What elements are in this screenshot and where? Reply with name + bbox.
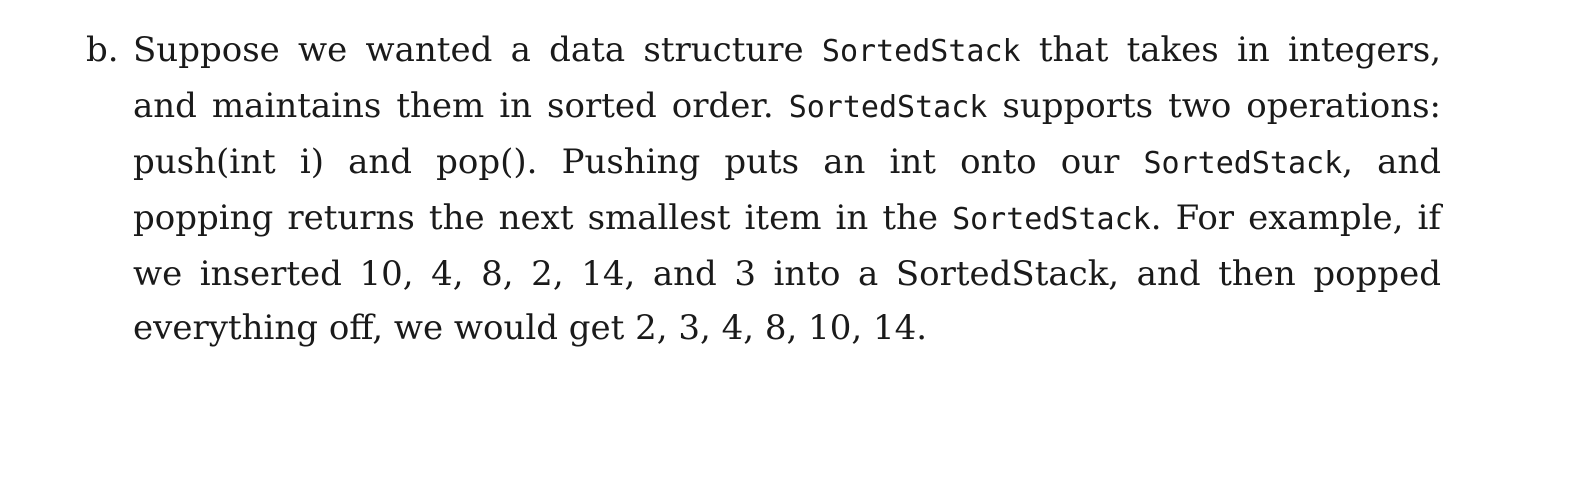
code-sortedstack: SortedStack [952,202,1151,237]
question-text-segment: Suppose we wanted a data structure [133,30,822,70]
code-sortedstack: SortedStack [821,34,1021,69]
question-label: b. [86,30,119,70]
code-sortedstack: SortedStack [1143,146,1343,181]
question-text: Suppose we wanted a data structure Sorte… [133,23,1441,355]
question-b: b. Suppose we wanted a data structure So… [86,23,1442,355]
code-sortedstack: SortedStack [788,90,988,125]
